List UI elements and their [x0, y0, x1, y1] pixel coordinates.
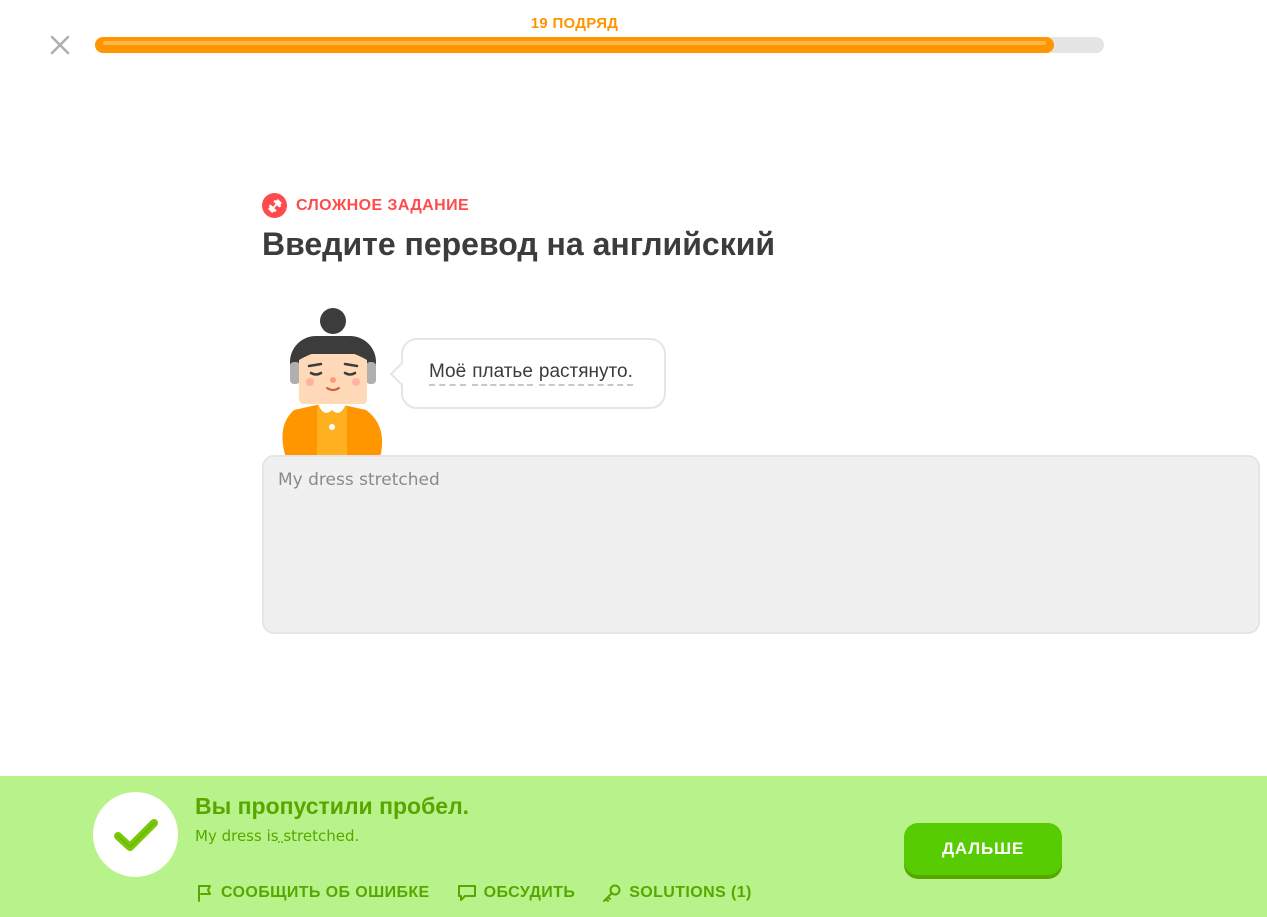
report-label: СООБЩИТЬ ОБ ОШИБКЕ	[221, 884, 430, 901]
progress-bar	[95, 37, 1104, 53]
feedback-panel: Вы пропустили пробел. My dress is stretc…	[0, 776, 1267, 917]
lesson-screen: 19 ПОДРЯД СЛОЖНОЕ ЗАДАНИЕ Введите перево…	[0, 0, 1267, 917]
report-button[interactable]: СООБЩИТЬ ОБ ОШИБКЕ	[195, 883, 430, 903]
prompt-word[interactable]: платье	[472, 361, 533, 386]
prompt-sentence: Моё платье растянуто.	[429, 361, 633, 386]
correct-badge	[93, 792, 178, 877]
hard-challenge-label: СЛОЖНОЕ ЗАДАНИЕ	[296, 196, 470, 214]
streak-label: 19 ПОДРЯД	[530, 15, 619, 32]
close-icon[interactable]	[47, 32, 73, 58]
prompt-word[interactable]: растянуто.	[538, 361, 633, 386]
feedback-title: Вы пропустили пробел.	[195, 793, 470, 819]
key-icon	[603, 884, 621, 902]
checkmark-icon	[113, 818, 158, 851]
speech-bubble: Моё платье растянуто.	[389, 338, 666, 409]
flag-icon	[198, 885, 211, 902]
discuss-label: ОБСУДИТЬ	[483, 884, 576, 901]
character-illustration	[272, 306, 396, 458]
hard-challenge-badge: СЛОЖНОЕ ЗАДАНИЕ	[262, 193, 469, 218]
solutions-button[interactable]: SOLUTIONS (1)	[601, 883, 752, 903]
correct-answer-start: My dress is	[195, 827, 279, 845]
dumbbell-icon	[262, 193, 287, 218]
discuss-button[interactable]: ОБСУДИТЬ	[456, 883, 576, 903]
prompt-word[interactable]: Моё	[429, 361, 467, 386]
feedback-actions: СООБЩИТЬ ОБ ОШИБКЕ ОБСУДИТЬ SOLUTIONS (1…	[195, 883, 752, 903]
comment-icon	[457, 885, 476, 901]
challenge-instruction: Введите перевод на английский	[262, 226, 776, 262]
continue-button[interactable]: ДАЛЬШЕ	[904, 823, 1062, 875]
correct-answer: My dress is stretched.	[195, 827, 359, 845]
answer-textarea[interactable]	[262, 455, 1260, 634]
correct-answer-end: stretched.	[283, 827, 360, 845]
solutions-label: SOLUTIONS (1)	[629, 884, 752, 901]
progress-fill	[95, 37, 1054, 53]
progress-shine	[103, 41, 1046, 45]
